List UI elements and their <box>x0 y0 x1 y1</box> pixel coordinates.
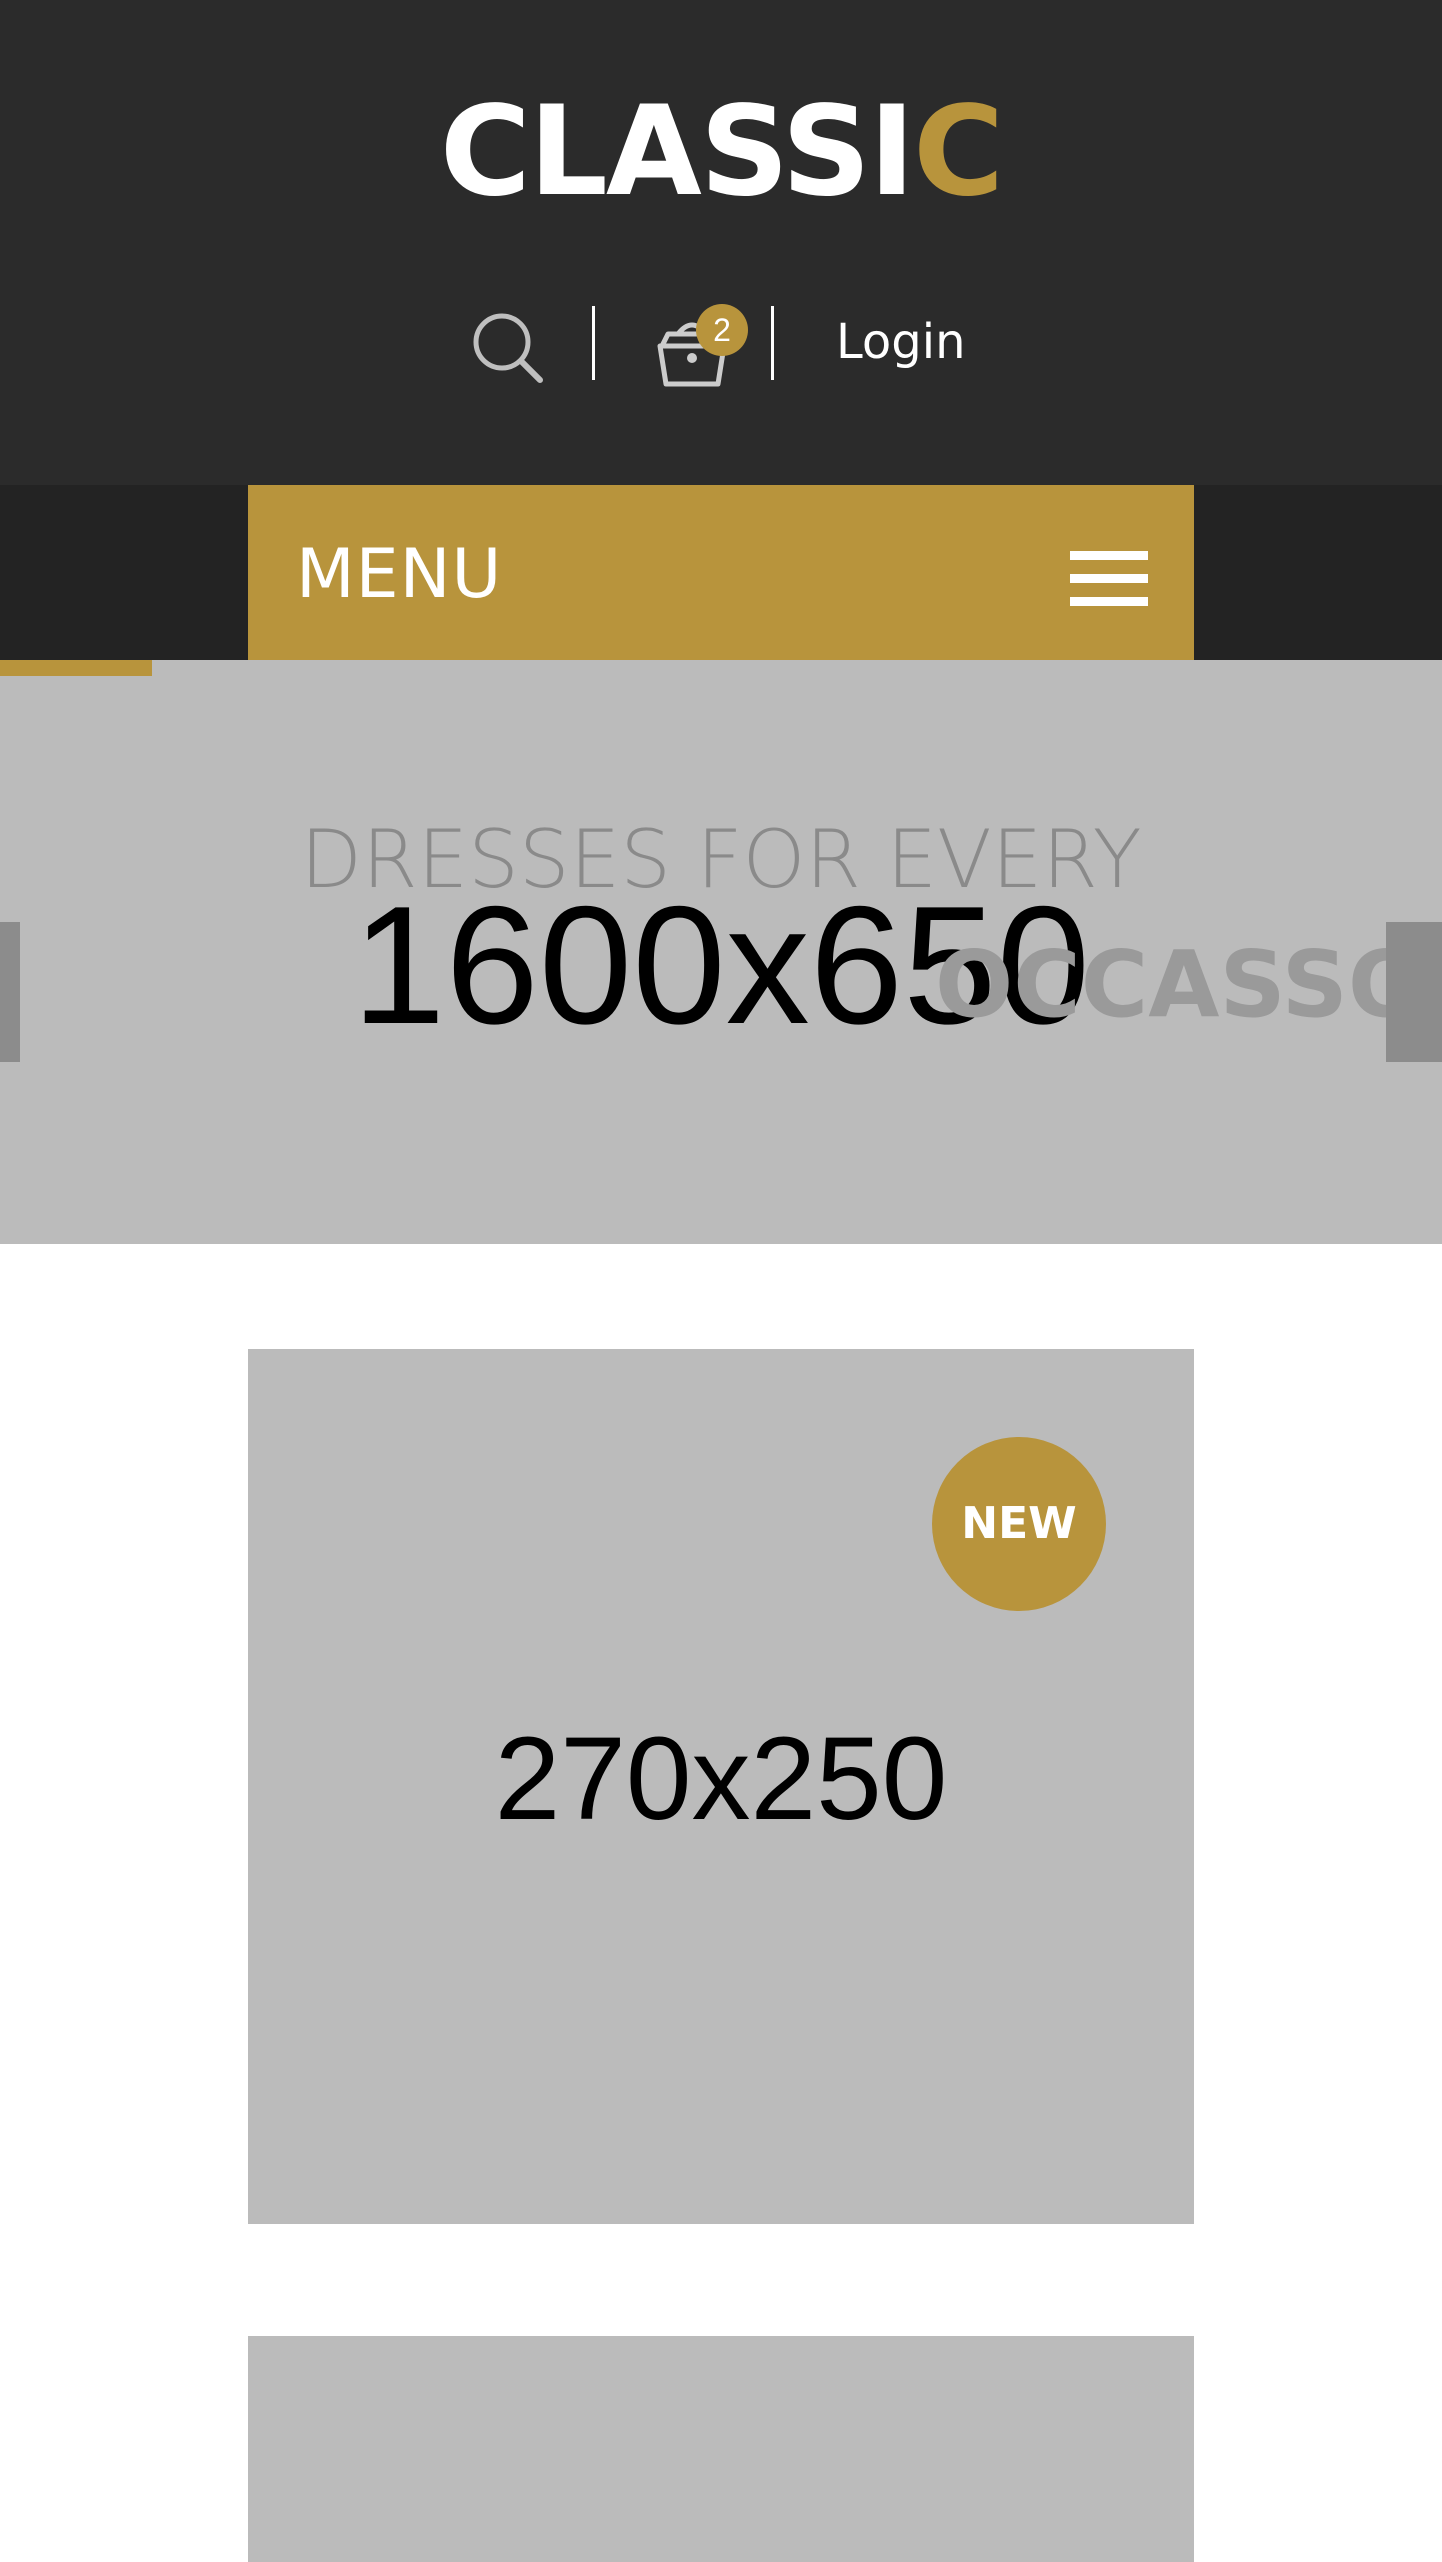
logo-text: CLASSI <box>439 80 915 224</box>
new-badge: NEW <box>932 1437 1106 1611</box>
hero-slider[interactable]: DRESSES FOR EVERY 1600x650 OCCASSON <box>0 660 1442 1244</box>
site-logo[interactable]: CLASSIC <box>0 82 1442 222</box>
slider-prev-button[interactable] <box>0 922 20 1062</box>
cart-button[interactable]: 2 <box>648 298 748 393</box>
slider-subcaption: OCCASSON <box>935 931 1442 1038</box>
menu-toggle-button[interactable]: MENU <box>248 485 1194 660</box>
menu-label: MENU <box>296 535 503 614</box>
slider-next-button[interactable] <box>1386 922 1442 1062</box>
header-toolbar: 2 Login <box>0 290 1442 400</box>
toolbar-divider <box>771 306 774 380</box>
slider-progress-bar <box>0 660 152 676</box>
site-header: CLASSIC 2 Login <box>0 0 1442 485</box>
toolbar-divider <box>592 306 595 380</box>
search-icon <box>473 313 543 383</box>
logo-accent-letter: C <box>913 80 1004 224</box>
product-card[interactable] <box>248 2336 1194 2562</box>
cart-count-badge: 2 <box>696 304 748 356</box>
product-card[interactable]: NEW 270x250 <box>248 1349 1194 2224</box>
login-link[interactable]: Login <box>836 312 966 372</box>
hamburger-icon <box>1070 551 1148 607</box>
search-button[interactable] <box>468 308 548 388</box>
product-image-placeholder: 270x250 <box>494 1713 948 1845</box>
